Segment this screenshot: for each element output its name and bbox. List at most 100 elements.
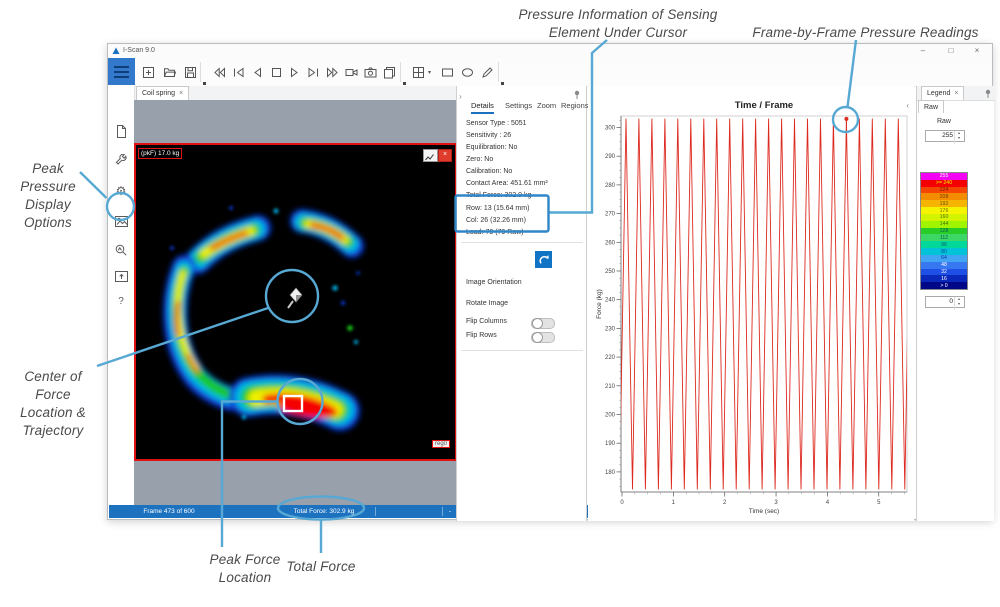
- flip-rows-label: Flip Rows: [466, 332, 497, 339]
- tab-details[interactable]: Details: [471, 101, 494, 114]
- pin-icon[interactable]: [573, 90, 581, 100]
- rectangle-tool-button[interactable]: [438, 63, 456, 81]
- gear-icon: ⚙: [116, 184, 127, 198]
- minimize-button[interactable]: –: [910, 44, 936, 57]
- flip-rows-toggle[interactable]: [531, 332, 555, 343]
- subtab-label: Raw: [924, 104, 938, 111]
- ellipse-tool-icon: [461, 66, 474, 79]
- grid-view-button[interactable]: [409, 63, 427, 81]
- document-icon: [114, 124, 129, 139]
- annotation-center-of-force: Center of Force Location & Trajectory: [7, 368, 99, 440]
- annotation-frame-readings: Frame-by-Frame Pressure Readings: [733, 24, 998, 42]
- rewind-button[interactable]: [210, 63, 228, 81]
- iscan-window: I-Scan 9.0 – □ × ▾: [107, 43, 993, 520]
- tab-zoom[interactable]: Zoom: [537, 101, 556, 110]
- svg-text:200: 200: [605, 413, 616, 419]
- new-window-button[interactable]: [139, 63, 157, 81]
- grid-dropdown-caret[interactable]: ▾: [428, 69, 431, 76]
- close-button[interactable]: ×: [964, 44, 990, 57]
- panel-collapse-icon[interactable]: ‹: [906, 101, 909, 110]
- legend-header: Raw: [920, 118, 968, 125]
- sidebar-item-tools[interactable]: [112, 152, 130, 170]
- legend-scale-row: 64: [921, 255, 967, 262]
- field-total-force: Total Force: 302.9 kg: [466, 192, 531, 199]
- ellipse-tool-button[interactable]: [458, 63, 476, 81]
- svg-text:260: 260: [605, 240, 616, 246]
- spinner-down-icon[interactable]: ▾: [954, 302, 963, 310]
- svg-text:4: 4: [826, 500, 830, 506]
- legend-max-spinner[interactable]: 255 ▴ ▾: [925, 130, 965, 142]
- svg-text:Force (kg): Force (kg): [596, 289, 603, 319]
- legend-scale-row: 112: [921, 234, 967, 241]
- flip-columns-toggle[interactable]: [531, 318, 555, 329]
- pin-icon[interactable]: [984, 89, 992, 99]
- next-frame-button[interactable]: [304, 63, 322, 81]
- legend-scale-row: 32: [921, 269, 967, 276]
- panel-expander-icon[interactable]: ›: [459, 92, 462, 101]
- annotation-peak-pressure-options: Peak Pressure Display Options: [2, 160, 94, 232]
- copy-button[interactable]: [380, 63, 398, 81]
- svg-text:Time (sec): Time (sec): [749, 508, 779, 515]
- svg-text:1: 1: [672, 500, 676, 506]
- maximize-button[interactable]: □: [938, 44, 964, 57]
- stop-button[interactable]: [267, 63, 285, 81]
- record-movie-button[interactable]: [342, 63, 360, 81]
- pencil-icon: [481, 66, 494, 79]
- new-window-icon: [142, 66, 155, 79]
- fast-forward-button[interactable]: [323, 63, 341, 81]
- pressure-map[interactable]: (pkF) 17.0 kg × reg0: [134, 143, 457, 461]
- title-bar: I-Scan 9.0 – □ ×: [108, 44, 992, 59]
- tab-coil-spring[interactable]: Coil spring ×: [136, 86, 189, 100]
- open-folder-icon: [163, 66, 176, 79]
- pencil-tool-button[interactable]: [478, 63, 496, 81]
- field-equilibration: Equilibration: No: [466, 144, 517, 151]
- sidebar-item-new-document[interactable]: [112, 122, 130, 140]
- graph-panel: ‹ Time / Frame18019020021022023024025026…: [588, 86, 914, 521]
- tab-close-icon[interactable]: ×: [179, 90, 183, 97]
- save-button[interactable]: [181, 63, 199, 81]
- sidebar-item-image-export[interactable]: [112, 267, 130, 285]
- legend-scale-row: 80: [921, 248, 967, 255]
- rectangle-tool-icon: [441, 66, 454, 79]
- snapshot-button[interactable]: [361, 63, 379, 81]
- tab-settings[interactable]: Settings: [505, 101, 532, 110]
- sidebar-item-peak-pressure-display[interactable]: [112, 241, 130, 259]
- svg-text:3: 3: [774, 500, 778, 506]
- field-sensor-type: Sensor Type : 5051: [466, 120, 527, 127]
- map-graph-button[interactable]: [423, 149, 438, 162]
- time-frame-chart[interactable]: Time / Frame1801902002102202302402502602…: [588, 86, 914, 521]
- legend-scale-row: 208: [921, 193, 967, 200]
- field-sensitivity: Sensitivity : 26: [466, 132, 511, 139]
- spinner-down-icon[interactable]: ▾: [954, 136, 963, 144]
- tab-regions[interactable]: Regions: [561, 101, 589, 110]
- annotation-total-force: Total Force: [272, 558, 370, 576]
- window-title: I-Scan 9.0: [123, 47, 155, 54]
- svg-text:180: 180: [605, 470, 616, 476]
- trend-icon: [424, 152, 437, 163]
- legend-min-value: 0: [949, 298, 953, 305]
- previous-frame-button[interactable]: [248, 63, 266, 81]
- play-button[interactable]: [285, 63, 303, 81]
- field-cursor-row: Row: 13 (15.64 mm): [466, 205, 529, 212]
- legend-scale-row: 255: [921, 173, 967, 180]
- sidebar-item-pressure-image[interactable]: [112, 212, 130, 230]
- open-file-button[interactable]: [160, 63, 178, 81]
- app-logo-icon: [112, 47, 120, 55]
- sidebar-item-settings[interactable]: ⚙: [112, 182, 130, 200]
- camera-icon: [364, 66, 377, 79]
- main-toolbar: ▾: [108, 58, 992, 87]
- svg-text:210: 210: [605, 384, 616, 390]
- total-force-status: Total Force: 302.9 kg: [259, 505, 389, 518]
- svg-text:290: 290: [605, 154, 616, 160]
- sidebar-item-help[interactable]: ?: [112, 292, 130, 310]
- legend-min-spinner[interactable]: 0 ▴ ▾: [925, 296, 965, 308]
- legend-subtab-raw[interactable]: Raw: [918, 100, 944, 113]
- map-record-button[interactable]: ×: [438, 149, 452, 162]
- tab-legend[interactable]: Legend ×: [921, 86, 964, 100]
- rotate-image-button[interactable]: [535, 251, 552, 268]
- legend-max-value: 255: [942, 132, 953, 139]
- zoom-out-button[interactable]: -: [445, 505, 455, 518]
- first-frame-button[interactable]: [229, 63, 247, 81]
- menu-button[interactable]: [108, 58, 135, 85]
- tab-close-icon[interactable]: ×: [954, 90, 958, 97]
